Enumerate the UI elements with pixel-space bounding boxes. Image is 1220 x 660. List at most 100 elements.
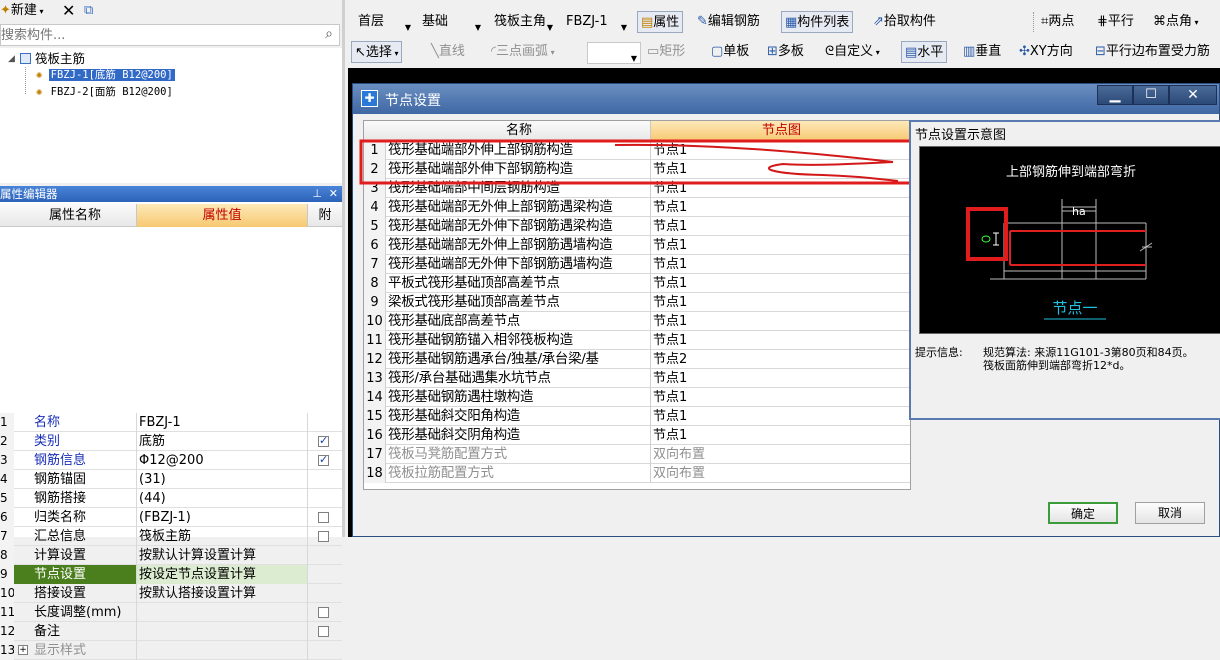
search-input[interactable] xyxy=(1,26,311,44)
custom-icon: ᘓ xyxy=(825,44,835,59)
gear-icon: ✺ xyxy=(36,86,43,98)
pick-component-button[interactable]: ⇗拾取构件 xyxy=(873,11,936,33)
prop-row[interactable]: 3 钢筋信息 Φ12@200 xyxy=(0,451,342,470)
prop-row-number: 11 xyxy=(0,603,14,622)
ok-button[interactable]: 确定 xyxy=(1048,502,1118,524)
multi-board-icon: ⊞ xyxy=(767,44,778,59)
pick-icon: ⇗ xyxy=(873,14,884,29)
point-angle-button[interactable]: ⌘点角 ▾ xyxy=(1153,11,1199,33)
prop-name: 名称 xyxy=(34,415,61,430)
prop-value[interactable]: 按设定节点设置计算 xyxy=(136,565,308,584)
prop-name: 显示样式 xyxy=(34,643,87,658)
two-point-button[interactable]: ⌗两点 xyxy=(1041,11,1074,33)
prop-value[interactable]: 底筋 xyxy=(136,432,308,451)
multi-board-button[interactable]: ⊞多板 xyxy=(767,41,804,63)
horizontal-icon: ▤ xyxy=(905,45,918,60)
prop-name: 搭接设置 xyxy=(34,586,87,601)
prop-value[interactable] xyxy=(136,603,308,622)
prop-row[interactable]: 1 名称 FBZJ-1 xyxy=(0,413,342,432)
tree-expander[interactable]: ◢ xyxy=(8,54,15,64)
component-list-button[interactable]: ▦构件列表 xyxy=(781,11,854,33)
prop-row[interactable]: 4 钢筋锚固 (31) xyxy=(0,470,342,489)
new-icon: ✦ xyxy=(0,3,11,18)
prop-value[interactable]: 按默认计算设置计算 xyxy=(136,546,308,565)
prop-value[interactable]: FBZJ-1 xyxy=(136,413,308,432)
list-icon: ▦ xyxy=(785,15,798,30)
expand-icon[interactable]: + xyxy=(18,645,28,655)
prop-value[interactable]: 按默认搭接设置计算 xyxy=(136,584,308,603)
attach-checkbox[interactable] xyxy=(318,512,329,523)
copy-icon[interactable]: ⧉ xyxy=(84,0,93,22)
red-scribble xyxy=(614,143,899,182)
tree-root[interactable]: 筏板主筋 xyxy=(20,51,85,67)
prop-row[interactable]: 11 长度调整(mm) xyxy=(0,603,342,622)
prop-value[interactable] xyxy=(136,641,308,660)
left-toolbar: ✦新建 ▾ ✕ ⧉ xyxy=(0,0,342,22)
prop-value[interactable]: (44) xyxy=(136,489,308,508)
vertical-button[interactable]: ▥垂直 xyxy=(963,41,1001,63)
horizontal-button[interactable]: ▤水平 xyxy=(901,41,948,63)
tree-item-1[interactable]: ✺ FBZJ-1[底筋 B12@200] xyxy=(36,68,175,83)
parallel-button[interactable]: ⋕平行 xyxy=(1097,11,1134,33)
prop-row[interactable]: 5 钢筋搭接 (44) xyxy=(0,489,342,508)
component-select[interactable]: FBZJ-1 ▼ xyxy=(561,11,631,33)
properties-button[interactable]: ▤属性 xyxy=(637,11,684,33)
search-icon[interactable]: ⌕ xyxy=(325,26,333,42)
prop-row[interactable]: 8 计算设置 按默认计算设置计算 xyxy=(0,546,342,565)
preview-panel: 节点设置示意图 上部钢筋伸到端部弯折 ha 节点一 提示信息: 规范算法: 来源… xyxy=(909,120,1220,420)
tree-line xyxy=(25,67,26,94)
prop-row[interactable]: 12 备注 xyxy=(0,622,342,641)
red-highlight-box xyxy=(359,139,915,185)
line-button[interactable]: ╲直线 xyxy=(431,41,465,63)
folder-icon xyxy=(20,53,31,64)
col-prop-name: 属性名称 xyxy=(48,208,101,223)
cancel-button[interactable]: 取消 xyxy=(1135,502,1205,524)
rect-button[interactable]: ▭矩形 xyxy=(647,41,685,63)
xy-button[interactable]: ✣XY方向 xyxy=(1019,41,1073,63)
prop-row[interactable]: 13 显示样式 + xyxy=(0,641,342,660)
parallel-edge-button[interactable]: ⊟平行边布置受力筋 xyxy=(1095,41,1210,63)
edit-rebar-button[interactable]: ✎编辑钢筋 xyxy=(697,11,760,33)
prop-row[interactable]: 9 节点设置 按设定节点设置计算 xyxy=(0,565,342,584)
prop-header: 属性名称 属性值 附 xyxy=(0,204,342,227)
node-settings-dialog: ✚ 节点设置 ▁ ☐ ✕ 名称 节点图 1 筏形基础端部外伸上部钢筋构造 节点1 2 筏… xyxy=(352,83,1220,537)
hint-label: 提示信息: xyxy=(915,346,963,359)
prop-value[interactable]: Φ12@200 xyxy=(136,451,308,470)
shape-select[interactable]: ▼ xyxy=(587,42,641,64)
search-box: ⌕ xyxy=(0,24,340,46)
attach-checkbox[interactable] xyxy=(318,453,329,466)
delete-icon[interactable]: ✕ xyxy=(62,0,75,22)
prop-value[interactable] xyxy=(136,622,308,641)
prop-value[interactable]: (FBZJ-1) xyxy=(136,508,308,527)
single-board-icon: ▢ xyxy=(711,44,724,59)
close-icon[interactable]: ✕ xyxy=(329,186,338,202)
pin-icon[interactable]: ⊥ xyxy=(312,186,322,202)
prop-row-number: 6 xyxy=(0,508,14,527)
prop-row[interactable]: 6 归类名称 (FBZJ-1) xyxy=(0,508,342,527)
prop-name: 归类名称 xyxy=(34,510,87,525)
prop-row-number: 12 xyxy=(0,622,14,641)
select-button[interactable]: ↖选择 ▾ xyxy=(351,41,403,63)
prop-row[interactable]: 2 类别 底筋 xyxy=(0,432,342,451)
type-select[interactable]: 筏板主角 ▼ xyxy=(489,11,557,33)
hint-line-1: 规范算法: 来源11G101-3第80页和84页。 xyxy=(983,346,1194,359)
gear-icon: ✺ xyxy=(36,69,43,81)
attach-checkbox[interactable] xyxy=(318,626,329,637)
attach-checkbox[interactable] xyxy=(318,434,329,447)
draw-toolbar: ↖选择 ▾ ╲直线 ◜三点画弧 ▾ ▼ ▭矩形 ▢单板 ⊞多板 ᘓ自定义 ▾ ▤… xyxy=(345,40,1220,66)
diagram-node-label: 节点一 xyxy=(1052,299,1098,317)
new-button[interactable]: ✦新建 ▾ xyxy=(0,0,43,22)
properties-icon: ▤ xyxy=(641,15,654,30)
tree-item-2[interactable]: ✺ FBZJ-2[面筋 B12@200] xyxy=(36,85,175,100)
attach-checkbox[interactable] xyxy=(318,607,329,618)
prop-name: 钢筋搭接 xyxy=(34,491,87,506)
prop-row[interactable]: 10 搭接设置 按默认搭接设置计算 xyxy=(0,584,342,603)
prop-row-number: 3 xyxy=(0,451,14,470)
prop-value[interactable]: (31) xyxy=(136,470,308,489)
floor-select[interactable]: 首层 ▼ xyxy=(353,11,415,33)
custom-button[interactable]: ᘓ自定义 ▾ xyxy=(825,41,880,63)
single-board-button[interactable]: ▢单板 xyxy=(711,41,749,63)
prop-row-number: 4 xyxy=(0,470,14,489)
category-select[interactable]: 基础 ▼ xyxy=(417,11,485,33)
arc-button[interactable]: ◜三点画弧 ▾ xyxy=(491,41,555,63)
